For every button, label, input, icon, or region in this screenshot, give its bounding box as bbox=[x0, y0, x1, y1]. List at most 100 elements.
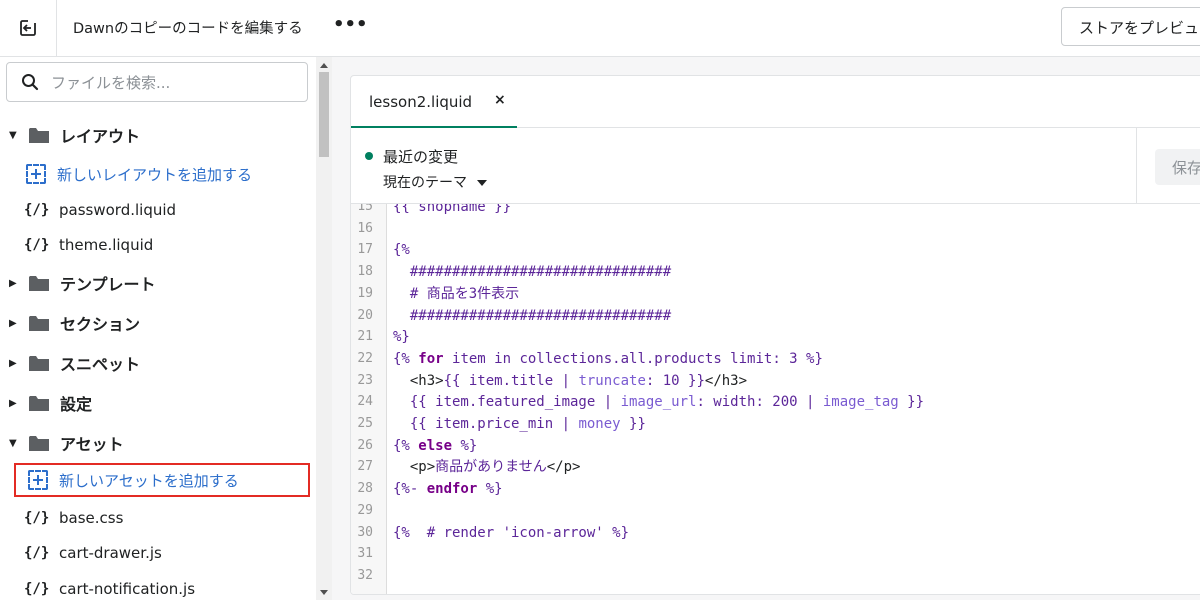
folder-icon bbox=[29, 356, 49, 371]
code-text: %} bbox=[393, 329, 410, 346]
add-file-icon bbox=[26, 164, 46, 184]
theme-version-select[interactable]: 現在のテーマ bbox=[383, 172, 487, 192]
scroll-down-icon[interactable] bbox=[320, 590, 328, 595]
line-number: 27 bbox=[357, 459, 373, 475]
file-search[interactable] bbox=[6, 62, 308, 102]
code-text: {% bbox=[393, 242, 410, 259]
top-bar: Dawnのコピーのコードを編集する ••• ストアをプレビュー bbox=[0, 0, 1200, 57]
code-line[interactable]: 24 {{ item.featured_image | image_url: w… bbox=[351, 391, 1200, 413]
folder-config[interactable]: ▶ 設定 bbox=[0, 385, 316, 421]
exit-arrow-icon bbox=[20, 20, 36, 36]
code-line[interactable]: 21%} bbox=[351, 326, 1200, 348]
exit-editor-button[interactable] bbox=[0, 0, 57, 56]
folder-templates[interactable]: ▶ テンプレート bbox=[0, 265, 316, 301]
search-icon bbox=[22, 74, 39, 91]
line-number: 16 bbox=[357, 220, 373, 236]
code-line[interactable]: 31 bbox=[351, 543, 1200, 565]
code-line[interactable]: 28 {%- endfor %} bbox=[351, 478, 1200, 500]
theme-version-label: 現在のテーマ bbox=[383, 175, 467, 191]
file-label: theme.liquid bbox=[59, 236, 154, 254]
line-number: 19 bbox=[357, 285, 373, 301]
code-line[interactable]: 15 {{ shopname }} bbox=[351, 204, 1200, 218]
code-line[interactable]: 29 bbox=[351, 500, 1200, 522]
code-line[interactable]: 23 <h3>{{ item.title | truncate: 10 }}</… bbox=[351, 370, 1200, 392]
code-text: {{ item.price_min | money }} bbox=[393, 416, 646, 432]
line-number: 17 bbox=[357, 242, 373, 258]
code-editor[interactable]: 15 {{ shopname }} 16 17 {% 18 ###############… bbox=[351, 204, 1200, 594]
chevron-right-icon: ▶ bbox=[9, 357, 17, 369]
file-tabs: lesson2.liquid × bbox=[351, 76, 1200, 128]
code-line[interactable]: 25 {{ item.price_min | money }} bbox=[351, 413, 1200, 435]
code-line[interactable]: 18 ############################### bbox=[351, 261, 1200, 283]
chevron-down-icon: ▼ bbox=[9, 437, 17, 449]
code-line[interactable]: 26 {% else %} bbox=[351, 435, 1200, 457]
code-line[interactable]: 32 bbox=[351, 565, 1200, 587]
line-number: 23 bbox=[357, 372, 373, 388]
divider bbox=[1136, 128, 1137, 204]
add-asset-button[interactable]: 新しいアセットを追加する bbox=[14, 463, 310, 497]
line-number: 26 bbox=[357, 437, 373, 453]
code-line[interactable]: 30 {% # render 'icon-arrow' %} bbox=[351, 522, 1200, 544]
search-input[interactable] bbox=[51, 72, 291, 94]
liquid-file-icon: {/} bbox=[24, 581, 50, 597]
close-icon[interactable]: × bbox=[494, 92, 506, 108]
line-number: 28 bbox=[357, 481, 373, 497]
scrollbar-thumb[interactable] bbox=[319, 72, 329, 157]
file-item[interactable]: {/} theme.liquid bbox=[24, 228, 153, 262]
code-line[interactable]: 27 <p>商品がありません</p> bbox=[351, 456, 1200, 478]
folder-icon bbox=[29, 396, 49, 411]
folder-label: 設定 bbox=[60, 395, 93, 414]
folder-assets[interactable]: ▼ アセット bbox=[0, 425, 316, 461]
folder-icon bbox=[29, 276, 49, 291]
folder-layout[interactable]: ▼ レイアウト bbox=[0, 117, 316, 153]
folder-label: セクション bbox=[60, 315, 141, 334]
code-line[interactable]: 20 ############################### bbox=[351, 305, 1200, 327]
folder-icon bbox=[29, 128, 49, 143]
add-layout-label: 新しいレイアウトを追加する bbox=[57, 165, 253, 184]
add-layout-button[interactable]: 新しいレイアウトを追加する bbox=[14, 157, 310, 191]
file-item[interactable]: {/} base.css bbox=[24, 501, 123, 535]
folder-snippets[interactable]: ▶ スニペット bbox=[0, 345, 316, 381]
code-text: {% # render 'icon-arrow' %} bbox=[393, 524, 630, 541]
code-text: # 商品を3件表示 bbox=[393, 285, 520, 302]
file-item[interactable]: {/} password.liquid bbox=[24, 193, 176, 227]
more-actions-button[interactable]: ••• bbox=[333, 14, 368, 40]
code-text: {% for item in collections.all.products … bbox=[393, 350, 823, 367]
add-asset-label: 新しいアセットを追加する bbox=[59, 471, 239, 490]
version-bar: 最近の変更 現在のテーマ 保存 bbox=[351, 128, 1200, 204]
file-sidebar: ▼ レイアウト 新しいレイアウトを追加する {/} password.liqui… bbox=[0, 57, 332, 600]
file-item[interactable]: {/} cart-notification.js bbox=[24, 572, 195, 600]
code-line[interactable]: 22 {% for item in collections.all.product… bbox=[351, 348, 1200, 370]
line-number: 32 bbox=[357, 567, 373, 583]
folder-label: テンプレート bbox=[60, 275, 156, 294]
line-number: 18 bbox=[357, 264, 373, 280]
code-text: {% else %} bbox=[393, 437, 478, 454]
chevron-right-icon: ▶ bbox=[9, 317, 17, 329]
scroll-up-icon[interactable] bbox=[320, 63, 328, 68]
save-button[interactable]: 保存 bbox=[1155, 149, 1200, 185]
code-text: <p>商品がありません</p> bbox=[409, 459, 581, 476]
code-line[interactable]: 17 {% bbox=[351, 239, 1200, 261]
folder-sections[interactable]: ▶ セクション bbox=[0, 305, 316, 341]
recent-changes-label: 最近の変更 bbox=[383, 148, 459, 166]
add-file-icon bbox=[28, 470, 48, 490]
line-number: 25 bbox=[357, 416, 373, 431]
code-text: ############################### bbox=[393, 264, 672, 281]
file-item[interactable]: {/} cart-drawer.js bbox=[24, 536, 162, 570]
preview-store-button[interactable]: ストアをプレビュー bbox=[1061, 7, 1200, 46]
folder-icon bbox=[29, 316, 49, 331]
code-line[interactable]: 16 bbox=[351, 218, 1200, 240]
tab-lesson2[interactable]: lesson2.liquid × bbox=[351, 76, 517, 128]
line-number: 15 bbox=[357, 204, 373, 214]
file-label: cart-notification.js bbox=[59, 580, 196, 598]
file-label: base.css bbox=[59, 509, 124, 527]
code-text: {%- endfor %} bbox=[393, 481, 503, 498]
folder-label: アセット bbox=[60, 435, 124, 454]
folder-label: スニペット bbox=[60, 355, 141, 374]
chevron-down-icon: ▼ bbox=[9, 129, 17, 141]
code-line[interactable]: 19 # 商品を3件表示 bbox=[351, 283, 1200, 305]
sidebar-scrollbar[interactable] bbox=[316, 57, 332, 600]
line-number: 20 bbox=[357, 307, 373, 323]
caret-down-icon bbox=[477, 180, 487, 186]
file-label: password.liquid bbox=[59, 201, 177, 219]
